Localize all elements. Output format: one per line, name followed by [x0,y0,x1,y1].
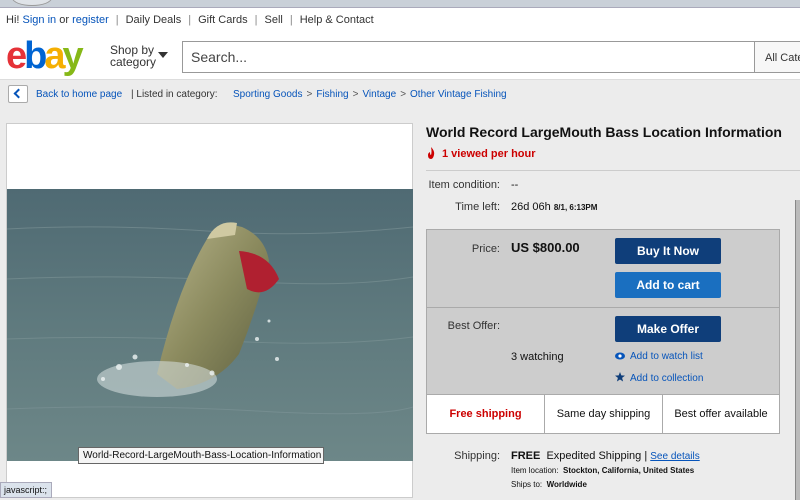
eye-icon [615,352,625,360]
divider [426,170,800,171]
see-details-link[interactable]: See details [650,451,699,462]
price-box: Price: US $800.00 Buy It Now Add to cart… [426,229,780,434]
daily-deals-link[interactable]: Daily Deals [126,14,182,26]
time-left-date: 8/1, 6:13PM [553,203,598,212]
gift-cards-link[interactable]: Gift Cards [198,14,248,26]
free-shipping-badge: Free shipping [427,395,545,434]
condition-value: -- [511,179,519,191]
category-path: Sporting Goods > Fishing > Vintage > Other Vin… [233,89,507,100]
or-text: or [59,14,69,26]
browser-status-bar: javascript:; [0,482,52,498]
window-edge [795,200,800,500]
price-label: Price: [471,243,500,255]
same-day-shipping-badge: Same day shipping [545,395,663,434]
user-bar: Hi! Sign in or register | Daily Deals | … [0,8,800,32]
breadcrumb: Back to home page | Listed in category: … [0,80,800,108]
sign-in-link[interactable]: Sign in [23,14,57,26]
condition-label: Item condition: [428,179,500,191]
crumb-other-vintage-fishing[interactable]: Other Vintage Fishing [410,89,507,100]
best-offer-label: Best Offer: [447,320,500,332]
viewed-count: 1 viewed per hour [426,147,536,160]
all-categories-select[interactable]: All Cate [755,41,800,73]
ebay-logo[interactable]: ebay [6,36,84,76]
watching-count: 3 watching [511,351,564,363]
greeting: Hi! [6,14,20,26]
crumb-sporting-goods[interactable]: Sporting Goods [233,89,303,100]
add-to-watch-list-link[interactable]: Add to watch list [615,351,703,362]
shipping-value: FREE Expedited Shipping | See details [511,450,700,462]
listing-title: World Record LargeMouth Bass Location In… [426,124,782,140]
crumb-fishing[interactable]: Fishing [316,89,348,100]
best-offer-badge: Best offer available [674,408,768,420]
bass-jumping-image [7,189,413,461]
divider: | [254,14,258,26]
shipping-label: Shipping: [454,450,500,462]
item-location: Item location: Stockton, California, Uni… [511,466,695,475]
sell-link[interactable]: Sell [264,14,282,26]
divider [427,307,779,308]
time-left-value: 26d 06h 8/1, 6:13PM [511,201,598,213]
add-to-collection-link[interactable]: Add to collection [615,372,703,384]
star-icon [615,372,625,382]
chevron-left-icon [13,88,24,99]
shop-by-category-button[interactable]: Shop by category [110,44,168,68]
add-to-cart-button[interactable]: Add to cart [615,272,721,298]
price-value: US $800.00 [511,240,580,255]
header: ebay Shop by category Search... All Cate [0,32,800,80]
chevron-down-icon [158,52,168,58]
divider: | [115,14,119,26]
shipping-features: Free shipping Same day shipping Best off… [427,394,779,434]
back-button[interactable] [8,85,28,103]
divider: | [289,14,293,26]
make-offer-button[interactable]: Make Offer [615,316,721,342]
browser-top-strip [0,0,800,8]
product-photo[interactable] [7,189,413,461]
browser-tab[interactable] [12,0,52,6]
ships-to: Ships to: Worldwide [511,480,587,489]
divider: | [188,14,192,26]
help-contact-link[interactable]: Help & Contact [300,14,374,26]
back-to-home-link[interactable]: Back to home page [36,89,122,100]
register-link[interactable]: register [72,14,109,26]
crumb-vintage[interactable]: Vintage [362,89,396,100]
listed-in-label: | Listed in category: [131,89,218,100]
buy-it-now-button[interactable]: Buy It Now [615,238,721,264]
time-left-label: Time left: [455,201,500,213]
flame-icon [428,147,435,159]
search-input[interactable]: Search... [182,41,755,73]
image-tooltip: World-Record-LargeMouth-Bass-Location-In… [78,447,324,464]
